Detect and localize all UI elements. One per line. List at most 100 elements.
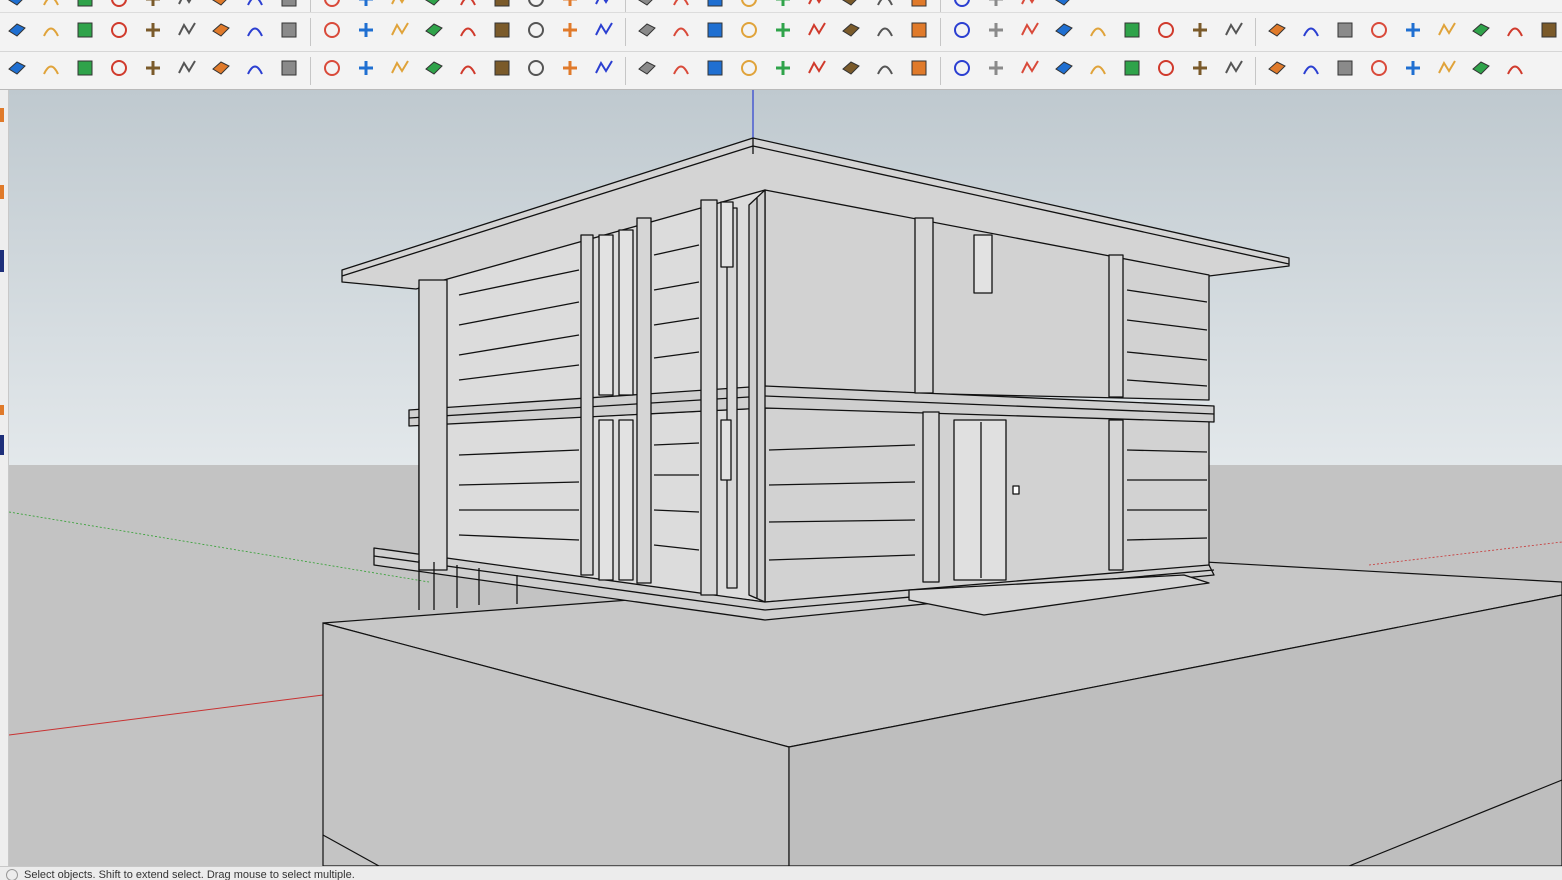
divide-face-button[interactable]	[240, 17, 270, 47]
paint-button[interactable]	[104, 0, 134, 12]
arc-2-button[interactable]	[274, 56, 304, 86]
components-button[interactable]	[734, 0, 764, 12]
grid-points-button[interactable]	[1398, 17, 1428, 47]
eraser-button[interactable]	[138, 0, 168, 12]
cube-array-button[interactable]	[1185, 17, 1215, 47]
pencil-edit-button[interactable]	[1500, 17, 1530, 47]
curve-select-button[interactable]	[1432, 17, 1462, 47]
window[interactable]	[618, 229, 634, 396]
panel-3-button[interactable]	[1296, 56, 1326, 86]
text-button[interactable]	[419, 0, 449, 12]
bucket-button[interactable]	[981, 17, 1011, 47]
tool-strip-marker[interactable]	[0, 405, 4, 415]
shade-3-button[interactable]	[1398, 56, 1428, 86]
solid-union-button[interactable]	[632, 17, 662, 47]
shade-2-button[interactable]	[1364, 56, 1394, 86]
pan-button[interactable]	[555, 0, 585, 12]
extra-button[interactable]	[1500, 56, 1530, 86]
align-left-button[interactable]	[904, 56, 934, 86]
offset-button[interactable]	[240, 0, 270, 12]
repair-button[interactable]	[632, 56, 662, 86]
surface-pull-button[interactable]	[36, 17, 66, 47]
grid-box-3-button[interactable]	[1185, 56, 1215, 86]
select-arrow-button[interactable]	[802, 56, 832, 86]
arc-5-button[interactable]	[521, 56, 551, 86]
bow-button[interactable]	[700, 56, 730, 86]
grid-box-2-button[interactable]	[1151, 56, 1181, 86]
tube-button[interactable]	[904, 17, 934, 47]
arc-4-button[interactable]	[487, 56, 517, 86]
undo-button[interactable]	[1015, 17, 1045, 47]
outliner-button[interactable]	[981, 0, 1011, 12]
shadows-button[interactable]	[802, 0, 832, 12]
tool-strip-marker[interactable]	[0, 250, 4, 272]
shade-1-button[interactable]	[1330, 56, 1360, 86]
sweep-button[interactable]	[487, 17, 517, 47]
pillar[interactable]	[1108, 419, 1124, 571]
bend-button[interactable]	[419, 17, 449, 47]
line-curve-button[interactable]	[419, 56, 449, 86]
pillar[interactable]	[700, 199, 718, 596]
dimension-button[interactable]	[385, 0, 415, 12]
grid-box-1-button[interactable]	[1117, 56, 1147, 86]
push-pull-button[interactable]	[2, 0, 32, 12]
wrench-button[interactable]	[70, 56, 100, 86]
window[interactable]	[618, 419, 634, 581]
layout-button[interactable]	[1466, 17, 1496, 47]
distribute-1-button[interactable]	[1015, 56, 1045, 86]
line-button[interactable]	[172, 0, 202, 12]
align-center-button[interactable]	[947, 56, 977, 86]
weld-button[interactable]	[36, 56, 66, 86]
warp-button[interactable]	[768, 17, 798, 47]
shell-button[interactable]	[589, 17, 619, 47]
panel-button[interactable]	[1262, 17, 1292, 47]
pillar[interactable]	[914, 217, 934, 394]
zoom-button[interactable]	[589, 0, 619, 12]
scale-button[interactable]	[274, 0, 304, 12]
polygon-button[interactable]	[589, 56, 619, 86]
arc-button[interactable]	[206, 0, 236, 12]
follow-path-button[interactable]	[172, 17, 202, 47]
fog-button[interactable]	[836, 0, 866, 12]
rotate-button[interactable]	[36, 0, 66, 12]
layers-button[interactable]	[904, 0, 934, 12]
materials-button[interactable]	[1049, 0, 1079, 12]
round-corner-button[interactable]	[206, 17, 236, 47]
scale-down-button[interactable]	[870, 56, 900, 86]
pillar[interactable]	[1108, 254, 1124, 398]
panel-2-button[interactable]	[1262, 56, 1292, 86]
section-button[interactable]	[487, 0, 517, 12]
cut-button[interactable]	[274, 17, 304, 47]
position-camera-button[interactable]	[700, 0, 730, 12]
circle-button[interactable]	[317, 56, 347, 86]
window[interactable]	[598, 419, 614, 581]
cone-button[interactable]	[734, 17, 764, 47]
offset-edge-button[interactable]	[138, 17, 168, 47]
hatch-1-button[interactable]	[1330, 17, 1360, 47]
hook-button[interactable]	[453, 56, 483, 86]
panel-1-button[interactable]	[1219, 56, 1249, 86]
loft-button[interactable]	[521, 17, 551, 47]
pillar[interactable]	[922, 411, 940, 583]
tape-button[interactable]	[351, 0, 381, 12]
model-viewport[interactable]	[9, 90, 1562, 866]
torus-button[interactable]	[836, 17, 866, 47]
flip-button[interactable]	[317, 17, 347, 47]
spiral-2-button[interactable]	[351, 56, 381, 86]
orbit-3d-button[interactable]	[1151, 17, 1181, 47]
help-icon[interactable]	[6, 869, 18, 880]
window[interactable]	[598, 234, 614, 396]
spiral-button[interactable]	[802, 17, 832, 47]
pillar[interactable]	[418, 279, 448, 571]
solid-subtract-button[interactable]	[666, 17, 696, 47]
distribute-2-button[interactable]	[1049, 56, 1079, 86]
rotate-3d-button[interactable]	[1083, 17, 1113, 47]
scale-up-button[interactable]	[836, 56, 866, 86]
surface-push-button[interactable]	[2, 17, 32, 47]
pillar[interactable]	[636, 217, 652, 584]
fillet-button[interactable]	[104, 17, 134, 47]
squiggle-button[interactable]	[206, 56, 236, 86]
ellipse-button[interactable]	[666, 56, 696, 86]
tool-strip-marker[interactable]	[0, 435, 4, 455]
array-button[interactable]	[385, 17, 415, 47]
